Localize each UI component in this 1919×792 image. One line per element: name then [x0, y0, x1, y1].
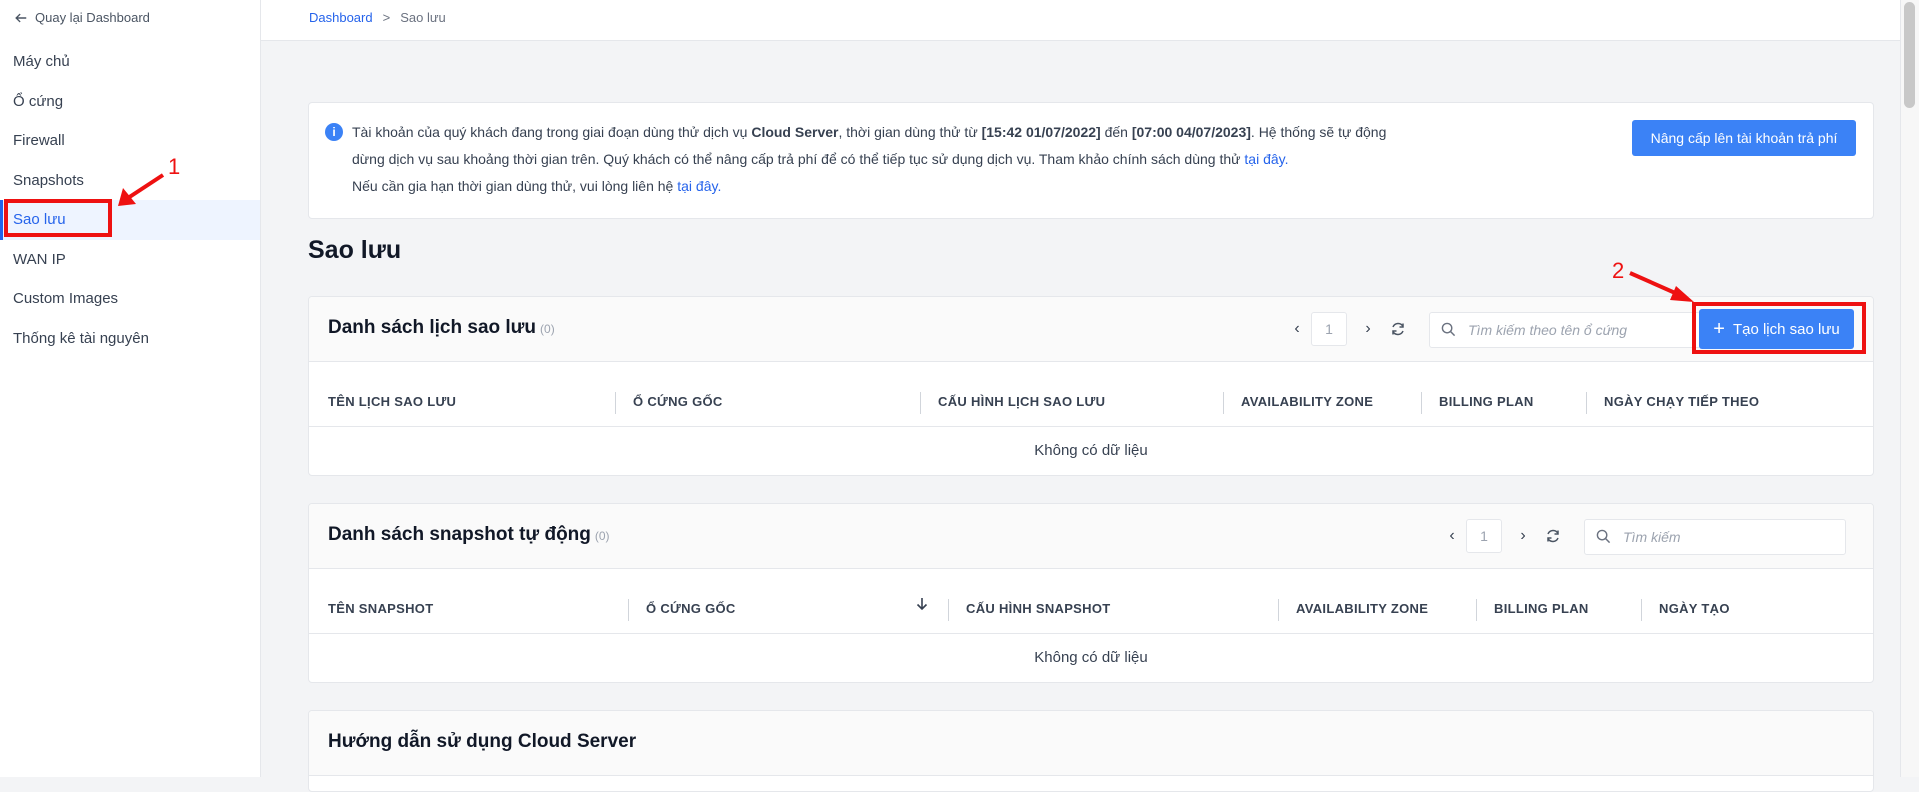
guide-panel: Hướng dẫn sử dụng Cloud Server	[308, 710, 1874, 792]
sort-arrow-down-icon[interactable]	[915, 596, 929, 612]
notice-text-part: dừng dịch vụ sau khoảng thời gian trên. …	[352, 151, 1245, 167]
column-divider	[615, 392, 616, 414]
snapshot-search-box	[1584, 519, 1846, 555]
notice-service-name: Cloud Server	[751, 124, 839, 140]
column-header[interactable]: AVAILABILITY ZONE	[1241, 362, 1373, 426]
prev-page-button[interactable]: ‹	[1283, 315, 1311, 343]
trial-notice-text: Tài khoản của quý khách đang trong giai …	[352, 119, 1512, 200]
guide-title: Hướng dẫn sử dụng Cloud Server	[328, 731, 637, 752]
sidebar-item-o-cung[interactable]: Ổ cứng	[0, 82, 260, 122]
notice-text-part: , thời gian dùng thử từ	[838, 124, 982, 140]
info-icon: i	[325, 123, 343, 141]
notice-text-part: . Hệ thống sẽ tự động	[1250, 124, 1387, 140]
column-header[interactable]: BILLING PLAN	[1494, 569, 1589, 633]
column-header[interactable]: Ổ CỨNG GỐC	[633, 362, 723, 426]
auto-snapshot-count: (0)	[594, 529, 610, 543]
column-divider	[1586, 392, 1587, 414]
back-label: Quay lại Dashboard	[35, 10, 150, 25]
column-header[interactable]: BILLING PLAN	[1439, 362, 1534, 426]
backup-table-header: TÊN LỊCH SAO LƯU Ổ CỨNG GỐC CẤU HÌNH LỊC…	[309, 362, 1873, 427]
page-title: Sao lưu	[308, 236, 402, 264]
refresh-icon[interactable]	[1539, 522, 1567, 550]
trial-policy-link[interactable]: tại đây.	[1244, 151, 1288, 167]
column-divider	[1421, 392, 1422, 414]
auto-snapshot-header: Danh sách snapshot tự động (0) ‹ 1 ›	[309, 504, 1873, 569]
sidebar-item-firewall[interactable]: Firewall	[0, 121, 260, 161]
sidebar: Quay lại Dashboard Máy chủ Ổ cứng Firewa…	[0, 0, 261, 777]
page-number[interactable]: 1	[1311, 312, 1347, 346]
notice-text-part: Tài khoản của quý khách đang trong giai …	[352, 124, 752, 140]
column-header[interactable]: CẤU HÌNH LỊCH SAO LƯU	[938, 362, 1105, 426]
sidebar-item-snapshots[interactable]: Snapshots	[0, 161, 260, 201]
annotation-box-1	[4, 199, 112, 237]
backup-search-box	[1429, 312, 1701, 348]
auto-snapshot-title-text: Danh sách snapshot tự động	[328, 524, 591, 545]
column-divider	[628, 599, 629, 621]
backup-schedule-title: Danh sách lịch sao lưu (0)	[328, 317, 555, 339]
arrow-left-icon	[15, 13, 27, 22]
snapshot-empty-state: Không có dữ liệu	[1034, 649, 1148, 666]
column-divider	[1476, 599, 1477, 621]
backup-empty-state: Không có dữ liệu	[1034, 442, 1148, 459]
sidebar-item-custom-images[interactable]: Custom Images	[0, 279, 260, 319]
breadcrumb-separator: >	[382, 10, 391, 25]
guide-header: Hướng dẫn sử dụng Cloud Server	[309, 711, 1873, 776]
search-icon	[1441, 322, 1456, 337]
column-header[interactable]: TÊN SNAPSHOT	[328, 569, 433, 633]
trial-notice: i Tài khoản của quý khách đang trong gia…	[308, 102, 1874, 219]
next-page-button[interactable]: ›	[1509, 522, 1537, 550]
auto-snapshot-title: Danh sách snapshot tự động (0)	[328, 524, 610, 546]
column-header[interactable]: NGÀY TẠO	[1659, 569, 1730, 633]
back-to-dashboard-link[interactable]: Quay lại Dashboard	[14, 10, 150, 25]
upgrade-button[interactable]: Nâng cấp lên tài khoản trả phí	[1632, 120, 1856, 156]
snapshot-search-input[interactable]	[1621, 520, 1841, 554]
column-divider	[948, 599, 949, 621]
annotation-number-1: 1	[168, 154, 181, 179]
breadcrumb-current: Sao lưu	[400, 10, 446, 25]
notice-text-part: Nếu cần gia hạn thời gian dùng thử, vui …	[352, 178, 678, 194]
next-page-button[interactable]: ›	[1354, 315, 1382, 343]
snapshot-table-header: TÊN SNAPSHOT Ổ CỨNG GỐC CẤU HÌNH SNAPSHO…	[309, 569, 1873, 634]
annotation-number-2: 2	[1612, 258, 1625, 283]
column-header[interactable]: Ổ CỨNG GỐC	[646, 569, 736, 633]
scrollbar-thumb[interactable]	[1904, 2, 1915, 108]
notice-text-part: đến	[1100, 124, 1132, 140]
vertical-scrollbar[interactable]	[1900, 0, 1919, 777]
top-bar: Dashboard > Sao lưu	[261, 0, 1919, 41]
column-header[interactable]: NGÀY CHẠY TIẾP THEO	[1604, 362, 1759, 426]
search-icon	[1596, 529, 1611, 544]
column-header[interactable]: TÊN LỊCH SAO LƯU	[328, 362, 456, 426]
refresh-icon[interactable]	[1384, 315, 1412, 343]
backup-schedule-panel: Danh sách lịch sao lưu(0) ‹ 1 › +Tạo lịc…	[308, 296, 1874, 476]
sidebar-item-thong-ke[interactable]: Thống kê tài nguyên	[0, 319, 260, 359]
column-divider	[1223, 392, 1224, 414]
column-divider	[920, 392, 921, 414]
notice-start-date: [15:42 01/07/2022]	[981, 124, 1101, 140]
backup-search-input[interactable]	[1466, 313, 1696, 347]
sidebar-item-may-chu[interactable]: Máy chủ	[0, 42, 260, 82]
column-divider	[1278, 599, 1279, 621]
notice-end-date: [07:00 04/07/2023]	[1131, 124, 1251, 140]
backup-schedule-title-text: Danh sách lịch sao lưu	[328, 317, 537, 338]
breadcrumb: Dashboard > Sao lưu	[309, 10, 446, 25]
auto-snapshot-panel: Danh sách snapshot tự động(0) ‹ 1 › TÊN …	[308, 503, 1874, 683]
column-header[interactable]: CẤU HÌNH SNAPSHOT	[966, 569, 1111, 633]
sidebar-item-wan-ip[interactable]: WAN IP	[0, 240, 260, 280]
backup-schedule-count: (0)	[540, 322, 555, 336]
breadcrumb-dashboard-link[interactable]: Dashboard	[309, 10, 373, 25]
prev-page-button[interactable]: ‹	[1438, 522, 1466, 550]
backup-schedule-header: Danh sách lịch sao lưu(0) ‹ 1 › +Tạo lịc…	[309, 297, 1873, 362]
column-header[interactable]: AVAILABILITY ZONE	[1296, 569, 1428, 633]
annotation-box-2	[1692, 302, 1866, 354]
contact-link[interactable]: tại đây.	[677, 178, 721, 194]
column-divider	[1641, 599, 1642, 621]
page-number[interactable]: 1	[1466, 519, 1502, 553]
